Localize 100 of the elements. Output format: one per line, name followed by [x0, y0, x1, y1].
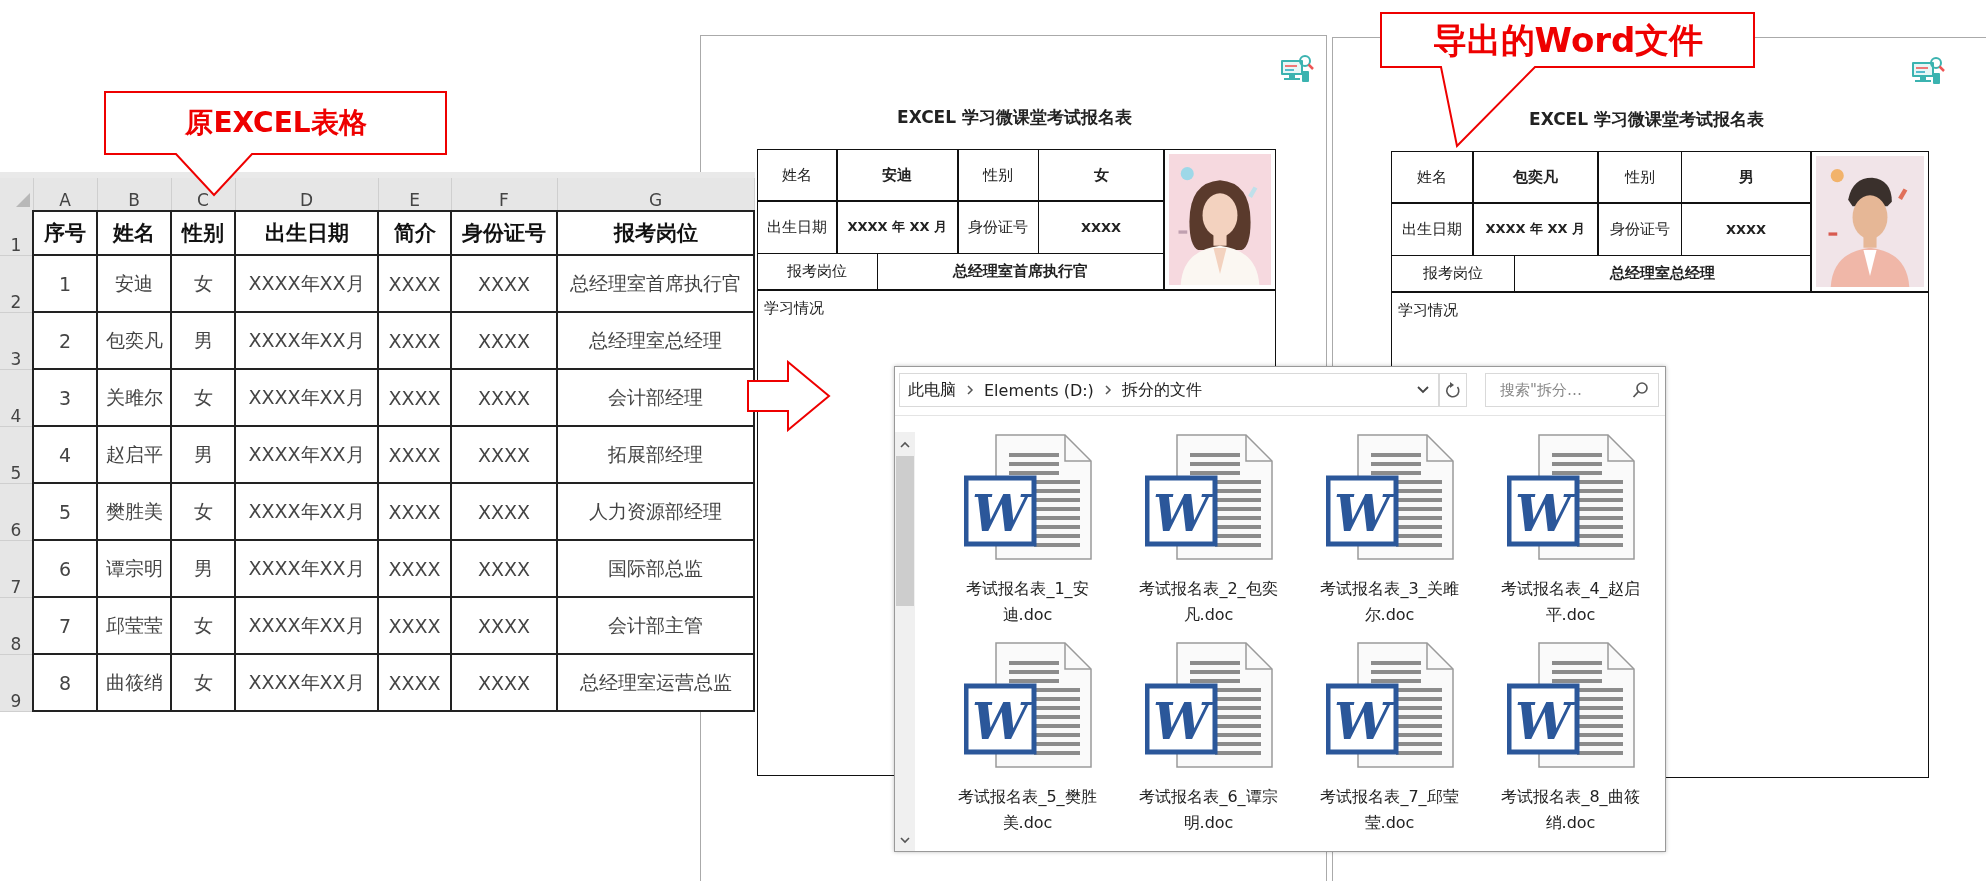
form-value: 男 — [1682, 152, 1810, 202]
table-header-cell: 出生日期 — [235, 211, 378, 255]
table-cell: 男 — [171, 312, 235, 369]
table-cell: 1 — [33, 255, 97, 312]
file-name[interactable]: 考试报名表_3_关雎尔.doc — [1318, 576, 1461, 628]
table-cell: 樊胜美 — [97, 483, 171, 540]
form-label: 报考岗位 — [1392, 256, 1514, 291]
table-cell: XXXX — [378, 654, 451, 711]
refresh-button[interactable] — [1439, 373, 1467, 407]
chevron-down-icon[interactable] — [899, 835, 911, 845]
breadcrumb-item[interactable]: 拆分的文件 — [1121, 379, 1202, 401]
form-value: XXXX 年 XX 月 — [837, 201, 957, 253]
table-header-cell: 性别 — [171, 211, 235, 255]
callout-text: 原EXCEL表格 — [184, 105, 368, 141]
table-cell: 5 — [33, 483, 97, 540]
refresh-icon — [1445, 381, 1461, 399]
form-label: 姓名 — [758, 150, 836, 200]
monitor-magnifier-icon — [1911, 56, 1945, 86]
table-cell: XXXX年XX月 — [235, 255, 378, 312]
table-cell: XXXX — [378, 483, 451, 540]
column-header[interactable]: A — [33, 178, 97, 211]
row-header[interactable]: 7 — [0, 540, 33, 597]
column-header[interactable]: F — [451, 178, 557, 211]
row-header[interactable]: 5 — [0, 426, 33, 483]
chevron-up-icon[interactable] — [899, 440, 911, 450]
table-cell: 女 — [171, 597, 235, 654]
table-cell: XXXX — [451, 597, 557, 654]
table-cell: XXXX — [378, 426, 451, 483]
column-header[interactable]: D — [235, 178, 378, 211]
search-field[interactable]: 搜索"拆分… — [1485, 373, 1659, 407]
table-header-cell: 序号 — [33, 211, 97, 255]
form-label: 出生日期 — [758, 201, 836, 253]
form-value: 总经理室首席执行官 — [878, 254, 1163, 289]
row-header[interactable]: 2 — [0, 255, 33, 312]
table-cell: XXXX — [451, 654, 557, 711]
form-value: 安迪 — [837, 150, 957, 200]
table-cell: 2 — [33, 312, 97, 369]
table-cell: XXXX — [451, 255, 557, 312]
column-header[interactable]: E — [378, 178, 451, 211]
form-label: 学习情况 — [764, 298, 824, 318]
table-cell: XXXX — [451, 540, 557, 597]
monitor-magnifier-icon — [1280, 54, 1314, 84]
row-header[interactable]: 4 — [0, 369, 33, 426]
form-label: 性别 — [958, 150, 1038, 200]
address-bar[interactable]: 此电脑 Elements (D:) 拆分的文件 — [899, 373, 1439, 407]
callout-text: 导出的Word文件 — [1431, 19, 1705, 62]
table-cell: XXXX — [378, 312, 451, 369]
scrollbar[interactable] — [895, 432, 915, 851]
form-label: 性别 — [1598, 152, 1681, 202]
table-cell: XXXX — [451, 483, 557, 540]
chevron-down-icon[interactable] — [1416, 385, 1430, 395]
form-value: XXXX — [1682, 203, 1810, 255]
table-cell: 女 — [171, 255, 235, 312]
table-cell: 7 — [33, 597, 97, 654]
table-cell: XXXX年XX月 — [235, 369, 378, 426]
table-cell: XXXX年XX月 — [235, 540, 378, 597]
row-header[interactable]: 1 — [0, 211, 33, 255]
chevron-right-icon — [1103, 384, 1112, 396]
form-label: 姓名 — [1392, 152, 1472, 202]
table-cell: XXXX — [378, 369, 451, 426]
file-name[interactable]: 考试报名表_1_安迪.doc — [956, 576, 1099, 628]
form-label: 学习情况 — [1398, 300, 1458, 320]
file-name[interactable]: 考试报名表_6_谭宗明.doc — [1137, 784, 1280, 836]
table-cell: XXXX年XX月 — [235, 312, 378, 369]
search-icon — [1632, 381, 1650, 399]
table-cell: XXXX — [451, 312, 557, 369]
row-header[interactable]: 9 — [0, 654, 33, 711]
form-value: XXXX — [1039, 201, 1163, 253]
column-header[interactable]: G — [557, 178, 754, 211]
form-value: 女 — [1039, 150, 1163, 200]
table-cell: XXXX — [378, 255, 451, 312]
table-cell: XXXX年XX月 — [235, 654, 378, 711]
form-label: 出生日期 — [1392, 203, 1472, 255]
file-name[interactable]: 考试报名表_8_曲筱绡.doc — [1499, 784, 1642, 836]
file-name[interactable]: 考试报名表_7_邱莹莹.doc — [1318, 784, 1461, 836]
table-cell: XXXX — [378, 540, 451, 597]
table-cell: 谭宗明 — [97, 540, 171, 597]
table-cell: 曲筱绡 — [97, 654, 171, 711]
table-cell: XXXX — [451, 369, 557, 426]
column-header[interactable]: B — [97, 178, 171, 211]
table-header-cell: 姓名 — [97, 211, 171, 255]
file-name[interactable]: 考试报名表_2_包奕凡.doc — [1137, 576, 1280, 628]
row-header[interactable]: 6 — [0, 483, 33, 540]
file-name[interactable]: 考试报名表_4_赵启平.doc — [1499, 576, 1642, 628]
breadcrumb-item[interactable]: Elements (D:) — [984, 380, 1094, 400]
row-header[interactable]: 8 — [0, 597, 33, 654]
file-name[interactable]: 考试报名表_5_樊胜美.doc — [956, 784, 1099, 836]
breadcrumb-item[interactable]: 此电脑 — [908, 379, 956, 401]
table-cell: 包奕凡 — [97, 312, 171, 369]
document-title: EXCEL 学习微课堂考试报名表 — [1528, 108, 1765, 131]
table-cell: XXXX — [378, 597, 451, 654]
row-header[interactable]: 3 — [0, 312, 33, 369]
form-value: 总经理室总经理 — [1515, 256, 1810, 291]
form-label: 报考岗位 — [758, 254, 877, 289]
chevron-right-icon — [966, 384, 974, 396]
table-cell: XXXX年XX月 — [235, 483, 378, 540]
table-cell: 邱莹莹 — [97, 597, 171, 654]
table-cell: 关雎尔 — [97, 369, 171, 426]
document-title: EXCEL 学习微课堂考试报名表 — [896, 106, 1133, 129]
table-cell: 赵启平 — [97, 426, 171, 483]
